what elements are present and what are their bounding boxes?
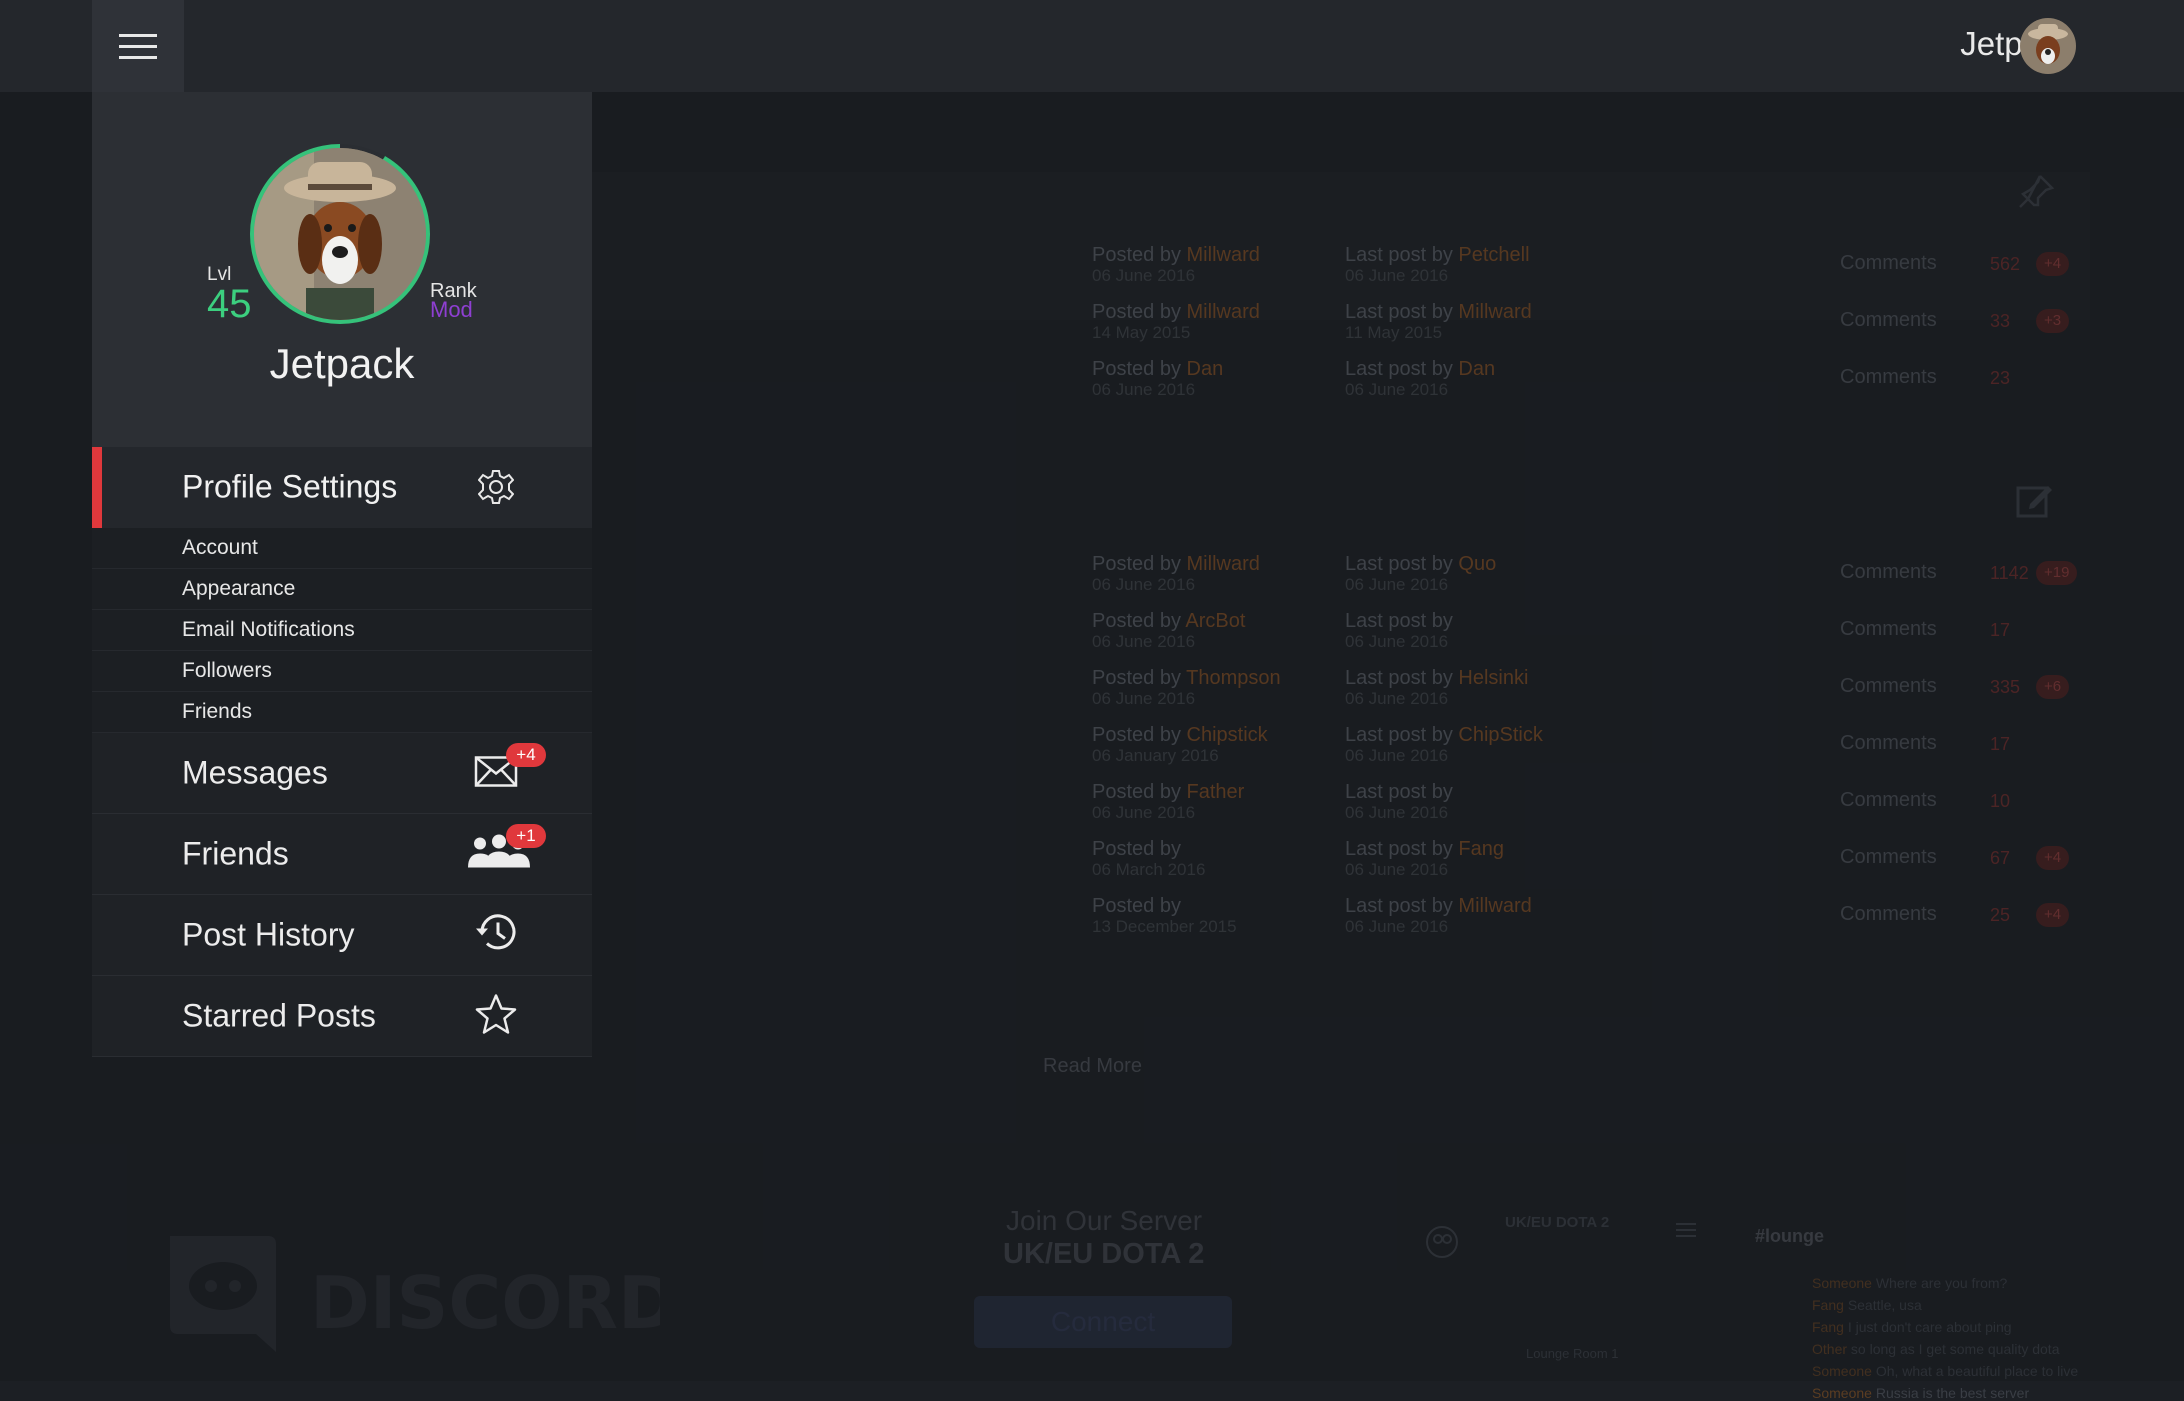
chat-message: Someone Russia is the best server [1812, 1385, 2029, 1401]
settings-item-friends[interactable]: Friends [92, 692, 592, 733]
profile-settings-label: Profile Settings [182, 468, 398, 505]
sidebar: Lvl 45 Rank Mod Jetpack Profile Settings… [92, 92, 592, 1057]
messages-badge: +4 [506, 743, 546, 767]
sidebar-item-post-history[interactable]: Post History [92, 895, 592, 976]
profile-card: Lvl 45 Rank Mod Jetpack [92, 92, 592, 447]
sidebar-item-label: Messages [182, 754, 328, 791]
profile-name: Jetpack [269, 340, 415, 387]
top-bar: Jetpack [0, 0, 2184, 92]
settings-item-followers[interactable]: Followers [92, 651, 592, 692]
sidebar-item-label: Post History [182, 916, 355, 953]
settings-item-email-notifications[interactable]: Email Notifications [92, 610, 592, 651]
gear-icon [478, 470, 514, 504]
profile-settings-button[interactable]: Profile Settings [92, 447, 592, 528]
sidebar-item-label: Friends [182, 835, 289, 872]
settings-item-appearance[interactable]: Appearance [92, 569, 592, 610]
sidebar-item-friends[interactable]: Friends +1 [92, 814, 592, 895]
chat-text: Russia is the best server [1875, 1385, 2030, 1401]
star-icon [474, 993, 518, 1040]
friends-badge: +1 [506, 824, 546, 848]
settings-item-label: Email Notifications [182, 618, 355, 641]
settings-item-label: Followers [182, 659, 272, 682]
settings-item-label: Friends [182, 700, 253, 723]
chat-user[interactable]: Someone [1812, 1385, 1872, 1401]
profile-avatar[interactable] [254, 148, 426, 320]
history-icon [474, 913, 518, 958]
hamburger-icon[interactable] [92, 0, 184, 92]
sidebar-item-starred-posts[interactable]: Starred Posts [92, 976, 592, 1057]
settings-item-label: Appearance [182, 577, 296, 600]
sidebar-item-messages[interactable]: Messages +4 [92, 733, 592, 814]
rank-value: Mod [430, 297, 473, 322]
avatar[interactable] [2020, 18, 2076, 74]
level-progress-ring [250, 144, 430, 324]
settings-item-account[interactable]: Account [92, 528, 592, 569]
level-value: 45 [207, 282, 252, 326]
settings-item-label: Account [182, 536, 258, 559]
active-indicator [92, 447, 102, 528]
sidebar-item-label: Starred Posts [182, 997, 376, 1034]
